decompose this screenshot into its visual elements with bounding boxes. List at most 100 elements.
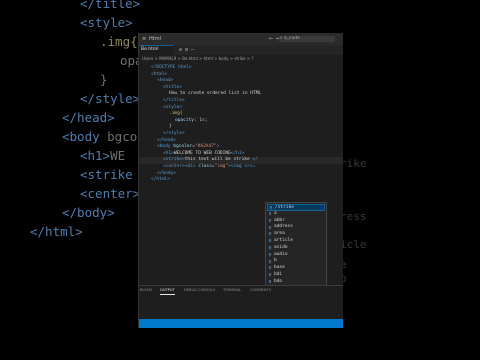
suggestion-item[interactable]: ⚲ area: [267, 231, 325, 238]
code-token: <body: [157, 144, 174, 150]
wrench-icon: ⚲: [268, 224, 272, 230]
command-search-input[interactable]: a_code: [279, 36, 335, 42]
code-token: >: [216, 144, 220, 150]
suggestion-item[interactable]: ⚲ base: [267, 265, 325, 272]
panel-tab[interactable]: COMMENTS: [250, 286, 271, 294]
background-code-line: <style>: [80, 13, 133, 33]
code-token: WELCOME TO WEB CODING: [173, 150, 231, 156]
vscode-window: ≡ Html ← → a_code Be.html ⊕ ⊡ ⋯ Users > …: [138, 33, 343, 328]
background-ghost-text: rike: [340, 157, 367, 170]
background-code-line: </title>: [80, 0, 140, 14]
code-line[interactable]: <strike>this text will be strike </: [163, 157, 258, 164]
suggestion-label: /strike: [275, 205, 294, 210]
status-bar: [139, 319, 343, 328]
panel-tab[interactable]: BLEMS: [140, 286, 152, 294]
background-code-token: </head>: [62, 110, 115, 125]
suggestion-label: abbr: [274, 217, 285, 223]
code-token: <div: [184, 164, 199, 169]
wrench-icon: ⚲: [268, 210, 272, 216]
breadcrumb[interactable]: Users > MAMAL9 > Be.html > html > body >…: [139, 55, 343, 63]
suggestion-label: address: [274, 224, 293, 230]
suggestion-item[interactable]: ⚲/strike: [267, 204, 325, 211]
background-code-token: <h1>: [80, 148, 111, 163]
background-code-line: }: [100, 70, 108, 90]
code-line[interactable]: <head>: [157, 78, 173, 85]
code-line[interactable]: <!DOCTYPE html>: [151, 65, 192, 72]
suggestion-item[interactable]: ⚲ b: [267, 258, 325, 265]
code-editor[interactable]: <!DOCTYPE html> <html> <head> <title> How to…: [139, 65, 343, 313]
bottom-panel: BLEMS OUTPUT DEBUG CONSOLE TERMINAL COMMENTS: [139, 285, 343, 320]
menu-icon[interactable]: ≡: [142, 33, 146, 45]
code-token: this text will be strike: [184, 157, 253, 163]
background-code-token: <body: [62, 129, 108, 144]
code-line[interactable]: <body bgcolor="#A2A47">: [157, 144, 219, 151]
code-line[interactable]: </title>: [163, 98, 185, 105]
code-token: bgcolor: [173, 144, 193, 150]
suggestion-label: area: [274, 231, 285, 237]
code-token: }: [169, 124, 172, 130]
code-token: </body>: [157, 170, 176, 176]
background-code-token: </body>: [62, 205, 115, 220]
code-line[interactable]: <center><div class="img"><img src=: [163, 164, 255, 171]
code-token: <title>: [163, 84, 182, 90]
wrench-icon: ⚲: [268, 278, 272, 284]
code-token: ><img src=: [228, 164, 256, 169]
suggestion-item[interactable]: ⚲ bdi: [267, 272, 325, 279]
code-token: </: [252, 157, 258, 163]
background-code-token: <strike: [80, 167, 133, 182]
tab-be-html[interactable]: Be.html: [139, 45, 173, 55]
code-line[interactable]: }: [169, 124, 172, 131]
background-ghost-text: icle: [340, 238, 367, 251]
wrench-icon: ⚲: [268, 265, 272, 271]
panel-tab[interactable]: OUTPUT: [160, 286, 175, 295]
background-code-token: </title>: [80, 0, 141, 11]
code-token: class: [198, 164, 212, 169]
suggestion-label: aside: [274, 244, 288, 250]
suggestion-label: base: [274, 265, 285, 271]
suggestion-item[interactable]: ⚲ aside: [267, 245, 325, 252]
code-token: <head>: [157, 78, 174, 84]
suggestion-label: b: [274, 258, 277, 264]
code-line[interactable]: How to create ordered list in HTML: [169, 91, 261, 98]
wrench-icon: ⚲: [268, 244, 272, 250]
background-code-token: .img{: [100, 34, 138, 49]
background-code-line: </style>: [80, 89, 140, 109]
code-line[interactable]: opacity: 1s;: [175, 118, 208, 125]
suggestion-item[interactable]: ⚲ a: [267, 211, 325, 218]
background-code-line: </body>: [62, 203, 115, 223]
wrench-icon: ⚲: [268, 251, 272, 257]
code-token: <style>: [163, 104, 182, 110]
code-token: How to create ordered list in HTML: [169, 91, 262, 97]
background-code-token: </style>: [80, 91, 141, 106]
tab-actions-icon[interactable]: ⊕ ⊡ ⋯: [179, 45, 194, 55]
wrench-icon: ⚲: [268, 231, 272, 237]
wrench-icon: ⚲: [268, 258, 272, 264]
background-code-line: <h1>WE: [80, 146, 125, 166]
code-token: <strike>: [163, 157, 185, 163]
code-line[interactable]: </style>: [163, 131, 185, 138]
wrench-icon: ⚲: [268, 272, 272, 278]
background-code-token: WE: [110, 148, 126, 163]
suggestion-label: a: [274, 210, 277, 216]
code-token: <h1>: [163, 150, 174, 156]
autocomplete-suggestions[interactable]: ⚲/strike ⚲ a ⚲ abbr ⚲ address ⚲ area ⚲ article ⚲ asi…: [265, 202, 327, 286]
suggestion-item[interactable]: ⚲ address: [267, 224, 325, 231]
panel-tab[interactable]: DEBUG CONSOLE: [184, 286, 215, 294]
suggestion-item[interactable]: ⚲ article: [267, 238, 325, 245]
suggestion-label: audio: [274, 251, 288, 257]
code-token: "img": [214, 164, 229, 169]
code-line[interactable]: .img{: [169, 111, 183, 118]
code-line[interactable]: </html>: [151, 177, 170, 184]
nav-arrows-icon[interactable]: ← →: [269, 33, 279, 45]
background-code-line: <strike: [80, 165, 133, 185]
background-code-token: <center>: [80, 186, 141, 201]
wrench-icon: ⚲: [268, 217, 272, 223]
background-code-token: </html>: [30, 224, 83, 239]
code-token: </title>: [163, 98, 185, 103]
suggestion-label: article: [274, 238, 293, 243]
suggestion-label: bdo: [274, 278, 283, 284]
code-token: .img{: [169, 111, 183, 117]
background-code-line: </head>: [62, 108, 115, 128]
suggestion-label: bdi: [274, 272, 283, 277]
panel-tab[interactable]: TERMINAL: [223, 286, 241, 294]
